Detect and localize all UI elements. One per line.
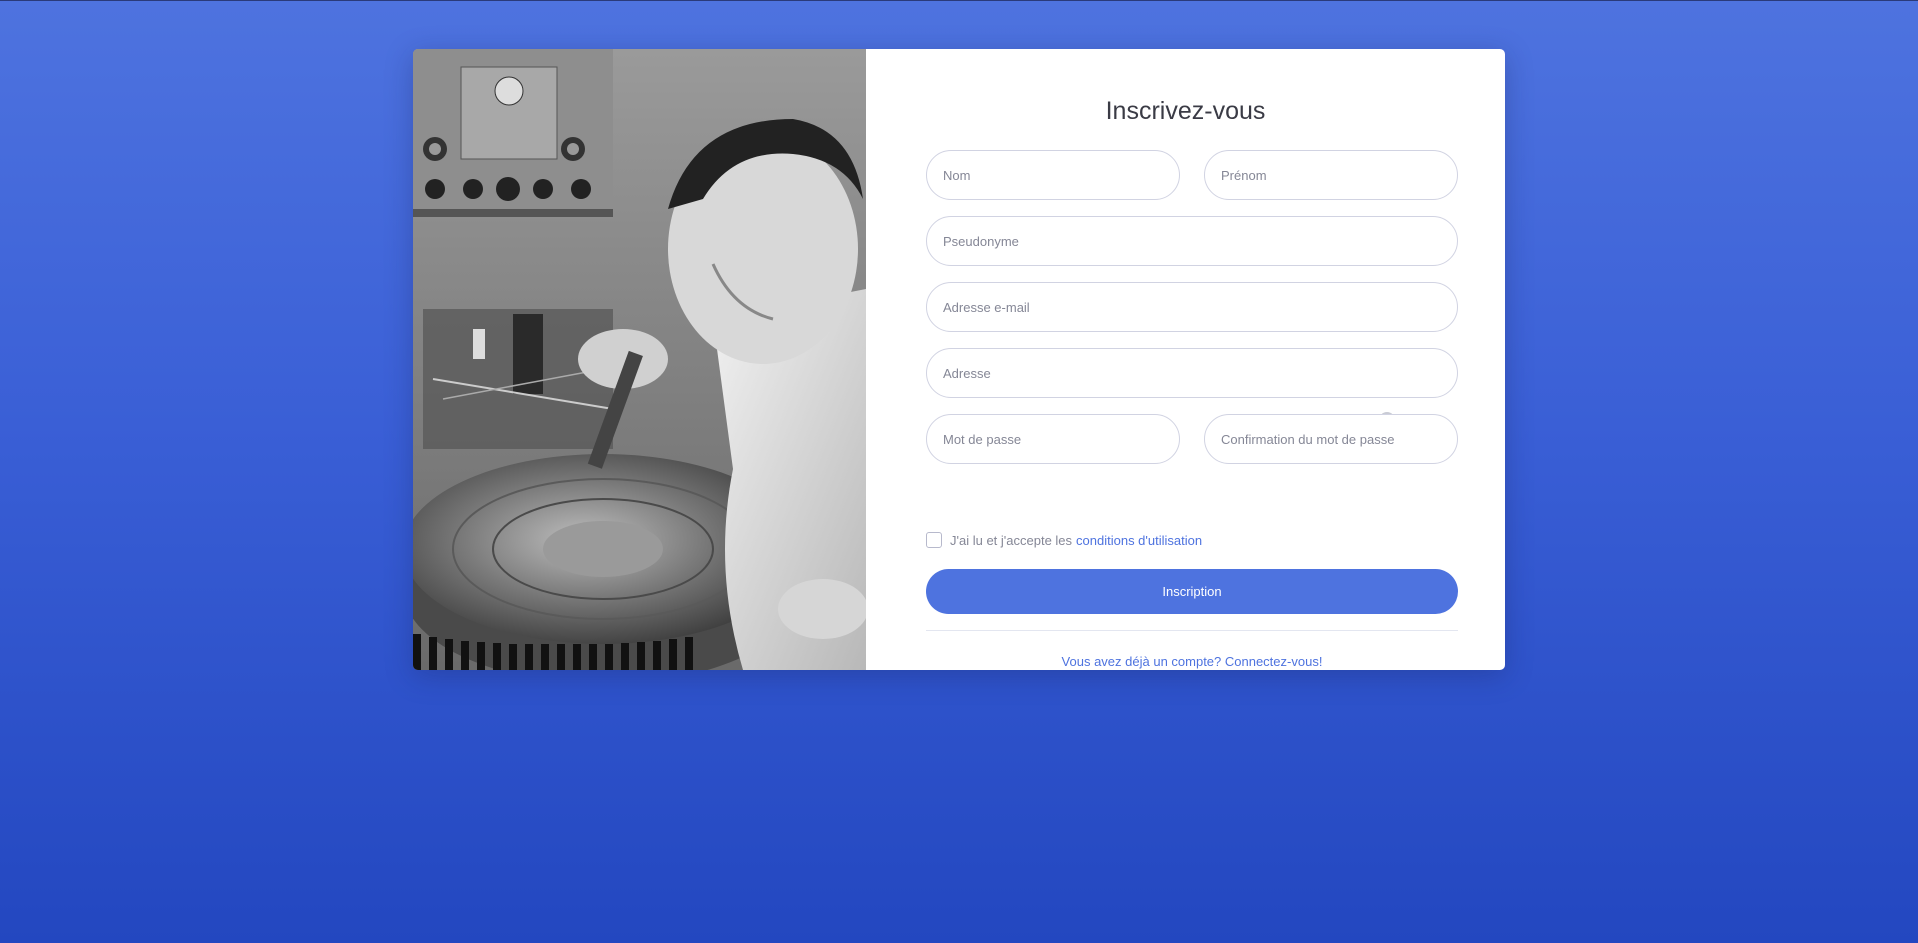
terms-row: J'ai lu et j'accepte les conditions d'ut…	[926, 532, 1202, 548]
register-card: Inscrivez-vous J'ai lu et j'accepte les …	[413, 49, 1505, 670]
terms-text: J'ai lu et j'accepte les	[950, 532, 1073, 548]
top-border	[0, 0, 1918, 1]
photo-illustration	[413, 49, 866, 670]
register-button[interactable]: Inscription	[926, 569, 1458, 614]
password-input[interactable]	[926, 414, 1180, 464]
email-input[interactable]	[926, 282, 1458, 332]
page-title: Inscrivez-vous	[1105, 97, 1266, 125]
terms-checkbox[interactable]	[926, 532, 942, 548]
divider	[926, 630, 1458, 631]
prenom-input[interactable]	[1204, 150, 1458, 200]
password-confirm-input[interactable]	[1204, 414, 1458, 464]
nom-input[interactable]	[926, 150, 1180, 200]
pseudonyme-input[interactable]	[926, 216, 1458, 266]
register-form: Inscrivez-vous J'ai lu et j'accepte les …	[866, 49, 1505, 670]
address-input[interactable]	[926, 348, 1458, 398]
record-lathe-photo	[413, 49, 866, 670]
login-link[interactable]: Vous avez déjà un compte? Connectez-vous…	[926, 654, 1458, 669]
terms-link[interactable]: conditions d'utilisation	[1076, 533, 1202, 548]
